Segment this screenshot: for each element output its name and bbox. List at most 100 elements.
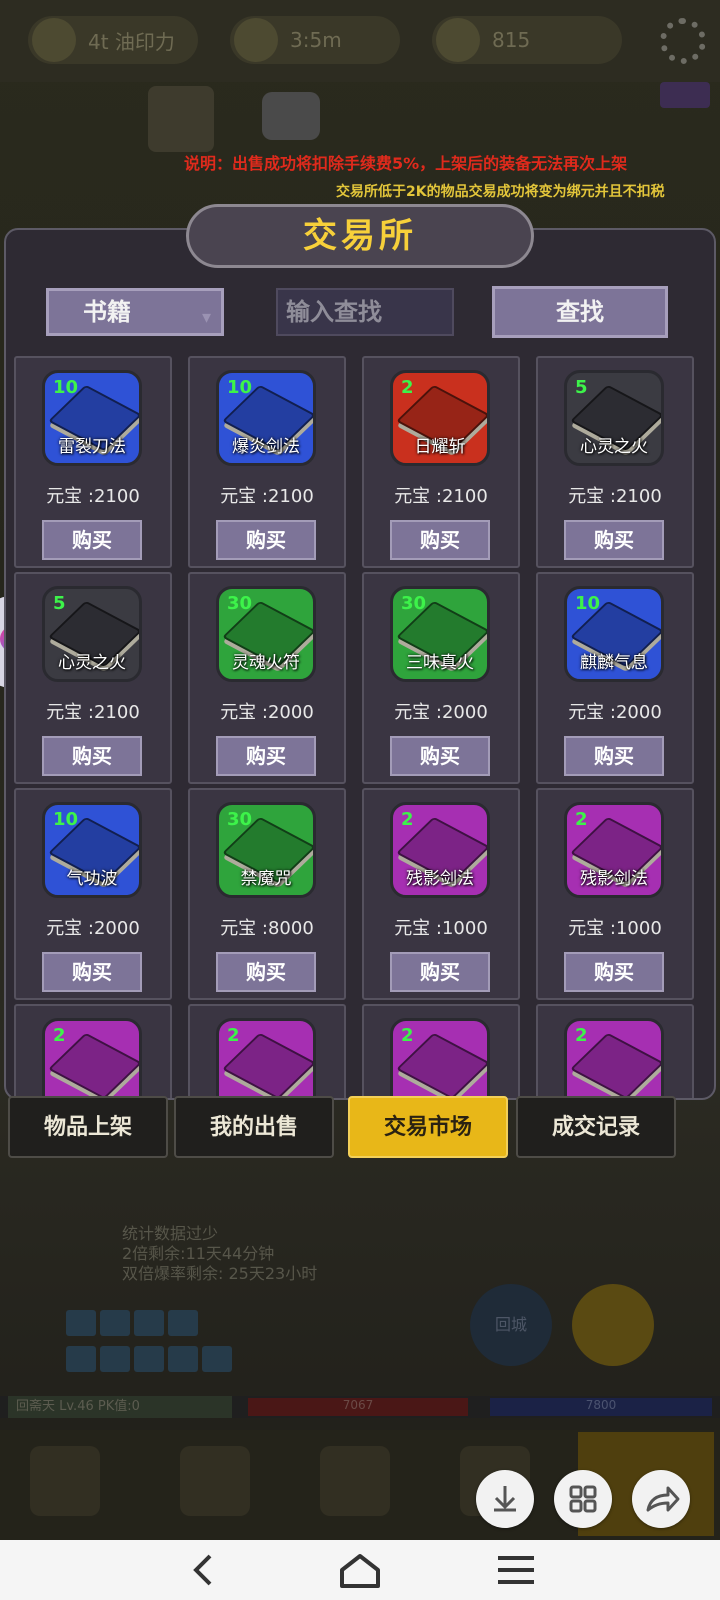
- item-card[interactable]: 30 灵魂火符 元宝 :2000 购买: [188, 572, 346, 784]
- item-card[interactable]: 30 三味真火 元宝 :2000 购买: [362, 572, 520, 784]
- resource-value: 3:5m: [290, 28, 342, 52]
- item-price: 元宝 :2000: [220, 702, 314, 723]
- resource-level: 4t 油印力: [28, 16, 198, 64]
- gear-icon[interactable]: [660, 18, 706, 64]
- skill-slot[interactable]: [100, 1346, 130, 1372]
- dialog-title: 交易所: [186, 204, 534, 268]
- item-quantity: 10: [575, 593, 601, 614]
- item-price: 元宝 :1000: [394, 918, 488, 939]
- search-button[interactable]: 查找: [492, 286, 668, 338]
- chevron-down-icon: ▾: [201, 307, 211, 328]
- search-input[interactable]: [276, 288, 454, 336]
- item-name: 三味真火: [406, 653, 474, 673]
- skill-book-icon: 10 雷裂刀法: [42, 370, 142, 466]
- return-city-button[interactable]: 回城: [470, 1284, 552, 1366]
- buy-button[interactable]: 购买: [42, 736, 142, 776]
- apps-button[interactable]: [554, 1470, 612, 1528]
- scroll-icon[interactable]: [148, 86, 214, 152]
- item-card[interactable]: 2购买: [188, 1004, 346, 1098]
- item-quantity: 5: [53, 593, 66, 614]
- menu-icon[interactable]: [486, 1546, 546, 1594]
- item-card[interactable]: 10 气功波 元宝 :2000 购买: [14, 788, 172, 1000]
- item-price: 元宝 :2000: [46, 918, 140, 939]
- item-card[interactable]: 2 日耀斩元宝 :2100 购买: [362, 356, 520, 568]
- item-card[interactable]: 2 残影剑法元宝 :1000 购买: [362, 788, 520, 1000]
- item-card[interactable]: 30 禁魔咒 元宝 :8000 购买: [188, 788, 346, 1000]
- buy-button[interactable]: 购买: [216, 520, 316, 560]
- buy-button[interactable]: 购买: [390, 736, 490, 776]
- buy-button[interactable]: 购买: [564, 952, 664, 992]
- item-name: 雷裂刀法: [58, 437, 126, 457]
- item-price: 元宝 :2100: [220, 486, 314, 507]
- hp-bar: 7067: [248, 1398, 468, 1416]
- skill-book-icon: 10 爆炎剑法: [216, 370, 316, 466]
- item-card[interactable]: 10 雷裂刀法元宝 :2100 购买: [14, 356, 172, 568]
- item-card[interactable]: 2购买: [14, 1004, 172, 1098]
- system-nav-bar: [0, 1540, 720, 1600]
- download-button[interactable]: [476, 1470, 534, 1528]
- category-select[interactable]: 书籍 ▾: [46, 288, 224, 336]
- item-card[interactable]: 2购买: [362, 1004, 520, 1098]
- helmet-icon[interactable]: [180, 1446, 250, 1516]
- share-button[interactable]: [632, 1470, 690, 1528]
- item-price: 元宝 :2100: [46, 486, 140, 507]
- skill-book-icon: 2: [216, 1018, 316, 1098]
- item-name: 心灵之火: [580, 437, 648, 457]
- item-quantity: 10: [53, 377, 79, 398]
- stats-line: 2倍剩余:11天44分钟: [122, 1244, 275, 1263]
- skill-slot[interactable]: [168, 1310, 198, 1336]
- bag-icon[interactable]: [320, 1446, 390, 1516]
- tab-history[interactable]: 成交记录: [516, 1096, 676, 1158]
- resource-gold: 3:5m: [230, 16, 400, 64]
- buy-button[interactable]: 购买: [42, 520, 142, 560]
- tab-market[interactable]: 交易市场: [348, 1096, 508, 1158]
- item-card[interactable]: 10 麒麟气息 元宝 :2000 购买: [536, 572, 694, 784]
- skill-bar: [66, 1310, 236, 1376]
- item-price: 元宝 :2100: [46, 702, 140, 723]
- skill-book-icon: 2: [390, 1018, 490, 1098]
- skill-slot[interactable]: [134, 1310, 164, 1336]
- buy-button[interactable]: 购买: [216, 736, 316, 776]
- skill-book-icon: 2 残影剑法: [390, 802, 490, 898]
- buy-button[interactable]: 购买: [390, 520, 490, 560]
- item-card[interactable]: 5 心灵之火元宝 :2100 购买: [14, 572, 172, 784]
- action-button[interactable]: [572, 1284, 654, 1366]
- item-quantity: 2: [227, 1025, 240, 1046]
- resource-yuanbao: 815: [432, 16, 622, 64]
- skill-slot[interactable]: [134, 1346, 164, 1372]
- skill-slot[interactable]: [202, 1346, 232, 1372]
- item-card[interactable]: 2购买: [536, 1004, 694, 1098]
- skill-book-icon: 5 心灵之火: [564, 370, 664, 466]
- buy-button[interactable]: 购买: [564, 736, 664, 776]
- grid-icon: [569, 1485, 597, 1513]
- item-name: 麒麟气息: [580, 653, 648, 673]
- item-card[interactable]: 10 爆炎剑法元宝 :2100 购买: [188, 356, 346, 568]
- item-quantity: 2: [401, 377, 414, 398]
- buy-button[interactable]: 购买: [564, 520, 664, 560]
- buy-button[interactable]: 购买: [42, 952, 142, 992]
- item-name: 心灵之火: [58, 653, 126, 673]
- home-icon[interactable]: [330, 1546, 390, 1594]
- skill-slot[interactable]: [168, 1346, 198, 1372]
- skill-slot[interactable]: [66, 1310, 96, 1336]
- buy-button[interactable]: 购买: [390, 952, 490, 992]
- item-price: 元宝 :2100: [394, 486, 488, 507]
- back-icon[interactable]: [174, 1546, 234, 1594]
- tab-my-sales[interactable]: 我的出售: [174, 1096, 334, 1158]
- buy-button[interactable]: 购买: [216, 952, 316, 992]
- skill-slot[interactable]: [66, 1346, 96, 1372]
- item-name: 日耀斩: [414, 437, 466, 457]
- item-name: 灵魂火符: [232, 653, 300, 673]
- skill-book-icon: 2: [42, 1018, 142, 1098]
- chat-icon[interactable]: [262, 92, 320, 140]
- skill-slot[interactable]: [100, 1310, 130, 1336]
- player-name: 回斋天 Lv.46 PK值:0: [8, 1396, 232, 1418]
- item-name: 残影剑法: [406, 869, 474, 889]
- tab-list-item[interactable]: 物品上架: [8, 1096, 168, 1158]
- palace-icon[interactable]: [30, 1446, 100, 1516]
- skill-book-icon: 2 残影剑法: [564, 802, 664, 898]
- resource-bar: 4t 油印力 3:5m 815: [0, 0, 720, 82]
- item-card[interactable]: 5 心灵之火 元宝 :2100 购买: [536, 356, 694, 568]
- skill-book-icon: 10 麒麟气息: [564, 586, 664, 682]
- item-card[interactable]: 2 残影剑法 元宝 :1000 购买: [536, 788, 694, 1000]
